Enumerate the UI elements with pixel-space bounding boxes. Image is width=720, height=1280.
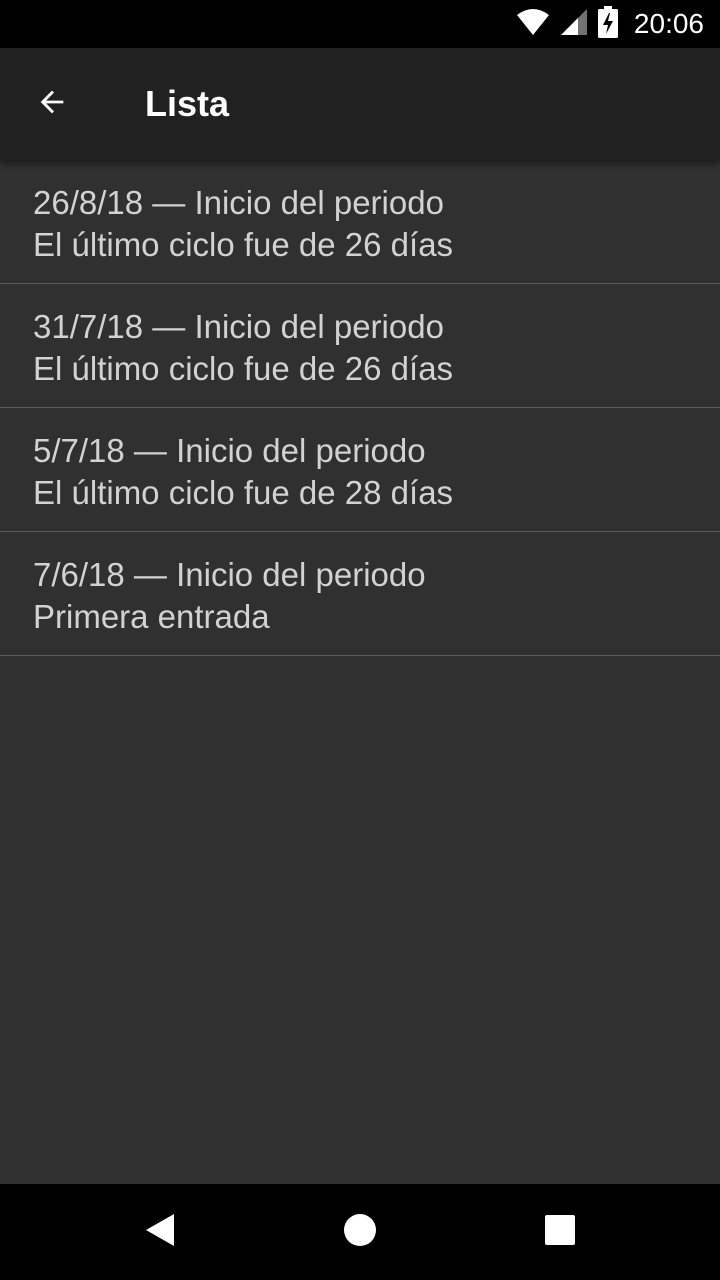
arrow-back-icon xyxy=(35,85,69,124)
list-item-subtitle: El último ciclo fue de 28 días xyxy=(33,474,454,511)
list-item-subtitle: El último ciclo fue de 26 días xyxy=(33,226,454,263)
nav-home-icon xyxy=(343,1213,377,1252)
list-item-title: 26/8/18 — Inicio del periodo xyxy=(33,184,444,221)
status-icons: 20:06 xyxy=(516,0,704,48)
nav-back-icon xyxy=(144,1212,176,1253)
list-item[interactable]: 26/8/18 — Inicio del periodo El último c… xyxy=(0,160,720,284)
nav-home-button[interactable] xyxy=(312,1184,408,1280)
list-item[interactable]: 31/7/18 — Inicio del periodo El último c… xyxy=(0,284,720,408)
wifi-icon xyxy=(516,8,550,41)
page-title: Lista xyxy=(145,83,230,124)
list-item[interactable]: 5/7/18 — Inicio del periodo El último ci… xyxy=(0,408,720,532)
period-list: 26/8/18 — Inicio del periodo El último c… xyxy=(0,160,720,656)
back-button[interactable] xyxy=(24,76,80,132)
list-item-subtitle: Primera entrada xyxy=(33,598,270,635)
navigation-bar xyxy=(0,1184,720,1280)
app-bar: Lista xyxy=(0,48,720,160)
list-item[interactable]: 7/6/18 — Inicio del periodo Primera entr… xyxy=(0,532,720,656)
battery-charging-icon xyxy=(597,5,618,43)
status-time: 20:06 xyxy=(633,8,704,39)
list-item-title: 5/7/18 — Inicio del periodo xyxy=(33,432,426,469)
list-item-title: 31/7/18 — Inicio del periodo xyxy=(33,308,444,345)
nav-back-button[interactable] xyxy=(112,1184,208,1280)
status-bar: 20:06 xyxy=(0,0,720,48)
nav-recents-button[interactable] xyxy=(512,1184,608,1280)
list-item-subtitle: El último ciclo fue de 26 días xyxy=(33,350,454,387)
signal-icon xyxy=(560,8,588,41)
list-item-title: 7/6/18 — Inicio del periodo xyxy=(33,556,426,593)
nav-recents-icon xyxy=(545,1214,575,1250)
